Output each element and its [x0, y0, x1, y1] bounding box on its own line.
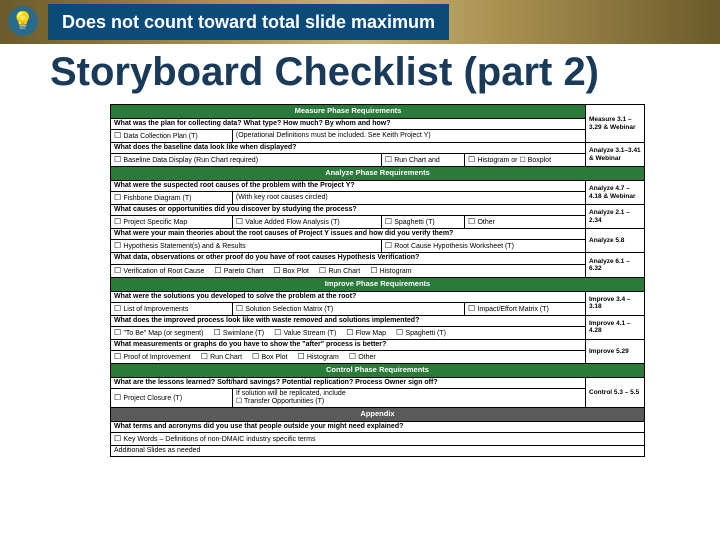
item-a2a: Project Specific Map [111, 216, 233, 229]
q-a4: What data, observations or other proof d… [111, 253, 586, 264]
q-i2: What does the improved process look like… [111, 315, 586, 326]
item-m2a: Baseline Data Display (Run Chart require… [111, 154, 382, 167]
item-c1a: Project Closure (T) [111, 388, 233, 407]
item-i3: Proof of ImprovementRun ChartBox PlotHis… [111, 350, 586, 363]
item-a1b: (With key root causes circled) [232, 192, 585, 205]
section-control: Control Phase Requirements [111, 363, 645, 377]
section-appendix: Appendix [111, 407, 645, 421]
section-improve: Improve Phase Requirements [111, 277, 645, 291]
item-i2: "To Be" Map (or segment)Swimlane (T)Valu… [111, 326, 586, 339]
item-a3a: Hypothesis Statement(s) and & Results [111, 240, 382, 253]
checklist-table: Measure Phase RequirementsMeasure 3.1 – … [110, 104, 645, 457]
ref-m2: Analyze 3.1–3.41 & Webinar [586, 143, 645, 167]
checklist-table-wrap: Measure Phase RequirementsMeasure 3.1 – … [110, 104, 645, 457]
section-measure: Measure Phase Requirements [111, 105, 586, 119]
item-a4: Verification of Root CausePareto ChartBo… [111, 264, 586, 277]
ref-a1: Analyze 4.7 – 4.18 & Webinar [586, 181, 645, 205]
item-a3b: Root Cause Hypothesis Worksheet (T) [381, 240, 585, 253]
item-a1a: Fishbone Diagram (T) [111, 192, 233, 205]
item-m2c: Histogram or ☐ Boxplot [465, 154, 586, 167]
q-ap1: What terms and acronyms did you use that… [111, 421, 645, 432]
item-a2c: Spaghetti (T) [381, 216, 464, 229]
ref-c1: Control 5.3 – 5.5 [586, 377, 645, 407]
q-i3: What measurements or graphs do you have … [111, 339, 586, 350]
section-analyze: Analyze Phase Requirements [111, 167, 645, 181]
ref-i3: Improve 5.29 [586, 339, 645, 363]
item-i1b: Solution Selection Matrix (T) [232, 302, 464, 315]
ref-i1: Improve 3.4 – 3.18 [586, 291, 645, 315]
item-a2b: Value Added Flow Analysis (T) [232, 216, 381, 229]
ref-a3: Analyze 5.8 [586, 229, 645, 253]
banner-note: Does not count toward total slide maximu… [48, 4, 449, 40]
q-c1: What are the lessons learned? Soft/hard … [111, 377, 586, 388]
q-i1: What were the solutions you developed to… [111, 291, 586, 302]
item-ap1a: Key Words – Definitions of non-DMAIC ind… [111, 433, 645, 446]
q-m1: What was the plan for collecting data? W… [111, 119, 586, 130]
ref-i2: Improve 4.1 – 4.28 [586, 315, 645, 339]
item-m1b: (Operational Definitions must be include… [232, 130, 585, 143]
ref-m1: Measure 3.1 – 3.29 & Webinar [586, 105, 645, 143]
item-i1a: List of Improvements [111, 302, 233, 315]
q-a1: What were the suspected root causes of t… [111, 181, 586, 192]
ref-a4: Analyze 6.1 – 6.32 [586, 253, 645, 277]
item-m2b: Run Chart and [381, 154, 464, 167]
q-a3: What were your main theories about the r… [111, 229, 586, 240]
item-c1b: If solution will be replicated, include … [232, 388, 585, 407]
item-a2d: Other [465, 216, 586, 229]
ref-a2: Analyze 2.1 – 2.34 [586, 205, 645, 229]
item-i1c: Impact/Effort Matrix (T) [465, 302, 586, 315]
q-a2: What causes or opportunities did you dis… [111, 205, 586, 216]
q-m2: What does the baseline data look like wh… [111, 143, 586, 154]
item-m1a: Data Collection Plan (T) [111, 130, 233, 143]
item-ap2: Additional Slides as needed [111, 446, 645, 457]
page-title: Storyboard Checklist (part 2) [50, 50, 599, 95]
lightbulb-icon: 💡 [8, 6, 38, 36]
